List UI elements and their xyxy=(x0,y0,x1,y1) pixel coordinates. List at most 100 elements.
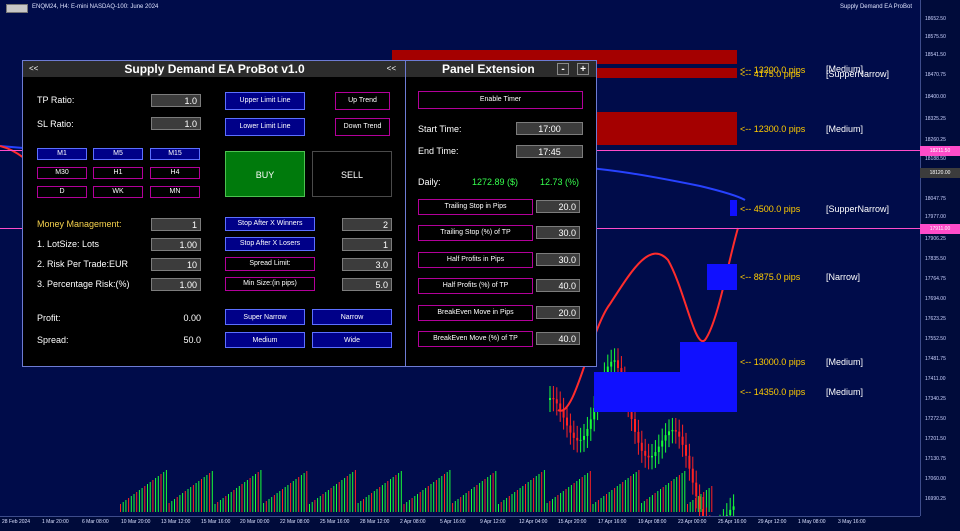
volume-bar xyxy=(125,500,127,512)
volume-bar xyxy=(174,499,175,512)
price-tick: 18260.25 xyxy=(925,137,946,143)
timeframe-d-button[interactable]: D xyxy=(37,186,87,198)
min-size-button[interactable]: Min Size:(in pips) xyxy=(225,277,315,291)
timeframe-m1-button[interactable]: M1 xyxy=(37,148,87,160)
tp-ratio-input[interactable]: 1.0 xyxy=(151,94,201,107)
stop-after-winners-button[interactable]: Stop After X Winners xyxy=(225,217,315,231)
timeframe-mn-button[interactable]: MN xyxy=(150,186,200,198)
sl-ratio-input[interactable]: 1.0 xyxy=(151,117,201,130)
up-trend-button[interactable]: Up Trend xyxy=(335,92,390,110)
enable-timer-button[interactable]: Enable Timer xyxy=(418,91,583,109)
volume-bar xyxy=(684,471,686,512)
time-tick: 22 Mar 08:00 xyxy=(280,519,310,525)
extension-title-bar[interactable]: Panel Extension - + xyxy=(406,61,596,77)
trailing-stop-pips-input[interactable]: 20.0 xyxy=(536,200,580,213)
price-tick: 17130.75 xyxy=(925,456,946,462)
volume-bar xyxy=(576,481,578,512)
breakeven-percent-input[interactable]: 40.0 xyxy=(536,332,580,345)
super-narrow-button[interactable]: Super Narrow xyxy=(225,309,305,325)
expand-button[interactable]: + xyxy=(577,63,589,75)
half-profits-pips-input[interactable]: 30.0 xyxy=(536,253,580,266)
volume-bar xyxy=(225,496,227,512)
timeframe-wk-button[interactable]: WK xyxy=(93,186,143,198)
volume-bar xyxy=(408,500,410,512)
timeframe-m5-button[interactable]: M5 xyxy=(93,148,143,160)
demand-zone-1[interactable] xyxy=(730,200,737,216)
volume-bar xyxy=(190,487,192,512)
volume-bar xyxy=(630,476,632,512)
trailing-stop-percent-button[interactable]: Trailing Stop (%) of TP xyxy=(418,225,533,241)
timeframe-h1-button[interactable]: H1 xyxy=(93,167,143,179)
timeframe-m15-button[interactable]: M15 xyxy=(150,148,200,160)
lower-limit-line-button[interactable]: Lower Limit Line xyxy=(225,118,305,136)
end-time-input[interactable]: 17:45 xyxy=(516,145,583,158)
collapse-left-button[interactable]: << xyxy=(29,61,38,77)
price-tick: 18470.75 xyxy=(925,72,946,78)
volume-bar xyxy=(411,498,413,512)
volume-bar xyxy=(228,494,229,512)
volume-bar xyxy=(624,480,626,512)
candle xyxy=(549,386,551,412)
volume-bar xyxy=(141,488,143,512)
time-axis[interactable]: 28 Feb 2024 1 Mar 20:00 6 Mar 08:00 10 M… xyxy=(0,516,920,531)
half-profits-percent-button[interactable]: Half Profits (%) of TP xyxy=(418,278,533,294)
money-management-input[interactable]: 1 xyxy=(151,218,201,231)
price-axis[interactable]: 18652.50 18575.50 18541.50 18470.75 1840… xyxy=(920,0,960,516)
stop-after-losers-button[interactable]: Stop After X Losers xyxy=(225,237,315,251)
narrow-button[interactable]: Narrow xyxy=(312,309,392,325)
start-time-input[interactable]: 17:00 xyxy=(516,122,583,135)
stop-losers-input[interactable]: 1 xyxy=(342,238,392,251)
percentage-risk-input[interactable]: 1.00 xyxy=(151,278,201,291)
trailing-stop-percent-input[interactable]: 30.0 xyxy=(536,226,580,239)
candle xyxy=(559,391,562,422)
medium-button[interactable]: Medium xyxy=(225,332,305,348)
lot-size-input[interactable]: 1.00 xyxy=(151,238,201,251)
timeframe-h4-button[interactable]: H4 xyxy=(150,167,200,179)
volume-bar xyxy=(163,472,165,512)
trailing-stop-pips-button[interactable]: Trailing Stop in Pips xyxy=(418,199,533,215)
extension-panel[interactable]: Panel Extension - + Enable Timer Start T… xyxy=(405,60,597,367)
time-tick: 9 Apr 12:00 xyxy=(480,519,506,525)
risk-per-trade-input[interactable]: 10 xyxy=(151,258,201,271)
half-profits-percent-input[interactable]: 40.0 xyxy=(536,279,580,292)
main-panel[interactable]: << Supply Demand EA ProBot v1.0 << TP Ra… xyxy=(22,60,407,367)
volume-bar xyxy=(514,492,516,512)
breakeven-pips-input[interactable]: 20.0 xyxy=(536,306,580,319)
panel-title-bar[interactable]: << Supply Demand EA ProBot v1.0 << xyxy=(23,61,406,77)
spread-limit-button[interactable]: Spread Limit: xyxy=(225,257,315,271)
down-trend-button[interactable]: Down Trend xyxy=(335,118,390,136)
volume-bar xyxy=(271,497,273,512)
volume-bar xyxy=(516,490,518,512)
breakeven-pips-button[interactable]: BreakEven Move in Pips xyxy=(418,305,533,321)
sell-button[interactable]: SELL xyxy=(312,151,392,197)
volume-bar xyxy=(689,502,691,512)
volume-bar xyxy=(395,475,397,512)
time-tick: 28 Mar 12:00 xyxy=(360,519,390,525)
volume-bar xyxy=(438,478,440,512)
collapse-right-button[interactable]: << xyxy=(387,61,396,77)
candle xyxy=(678,419,681,449)
breakeven-percent-button[interactable]: BreakEven Move (%) of TP xyxy=(418,331,533,347)
spread-limit-input[interactable]: 3.0 xyxy=(342,258,392,271)
end-time-label: End Time: xyxy=(418,146,459,156)
volume-bar xyxy=(635,472,637,512)
demand-zone-3[interactable] xyxy=(680,342,737,372)
min-size-input[interactable]: 5.0 xyxy=(342,278,392,291)
volume-bar xyxy=(249,478,251,512)
stop-winners-input[interactable]: 2 xyxy=(342,218,392,231)
demand-zone-2[interactable] xyxy=(707,264,737,290)
price-tick: 16990.25 xyxy=(925,496,946,502)
volume-bar xyxy=(651,495,653,512)
demand-zone-4[interactable] xyxy=(594,372,737,412)
volume-bar xyxy=(508,496,510,512)
minimize-button[interactable]: - xyxy=(557,63,569,75)
wide-button[interactable]: Wide xyxy=(312,332,392,348)
volume-bar xyxy=(568,487,570,512)
half-profits-pips-button[interactable]: Half Profits in Pips xyxy=(418,252,533,268)
buy-button[interactable]: BUY xyxy=(225,151,305,197)
candle xyxy=(579,427,582,453)
zone-label-1-overlay: <-- 4175.0 pips xyxy=(740,69,801,79)
timeframe-m30-button[interactable]: M30 xyxy=(37,167,87,179)
upper-limit-line-button[interactable]: Upper Limit Line xyxy=(225,92,305,110)
volume-bar xyxy=(330,488,332,512)
